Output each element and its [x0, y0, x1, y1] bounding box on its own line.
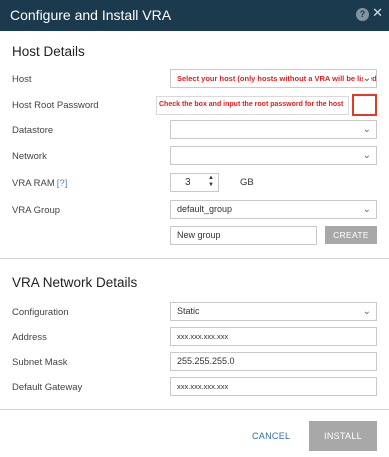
- section-divider: [0, 258, 389, 259]
- address-label: Address: [12, 332, 47, 343]
- chevron-down-icon: ⌄: [362, 204, 371, 215]
- host-select[interactable]: Select your host (only hosts without a V…: [170, 69, 377, 88]
- configuration-select-value: Static: [177, 306, 200, 316]
- network-select[interactable]: ⌄: [170, 146, 377, 165]
- chevron-down-icon: ⌄: [362, 306, 371, 317]
- vra-ram-unit: GB: [240, 177, 254, 188]
- host-root-password-label: Host Root Password: [12, 100, 99, 111]
- host-root-password-checkbox[interactable]: [352, 94, 377, 116]
- host-root-password-annotation: Check the box and input the root passwor…: [159, 101, 344, 108]
- vra-group-select[interactable]: default_group ⌄: [170, 200, 377, 219]
- address-input[interactable]: xxx.xxx.xxx.xxx: [170, 327, 377, 346]
- host-select-value: Select your host (only hosts without a V…: [177, 74, 377, 83]
- cancel-button[interactable]: CANCEL: [252, 431, 290, 441]
- stepper-arrows-icon[interactable]: ▲ ▼: [208, 175, 214, 189]
- datastore-label: Datastore: [12, 125, 54, 136]
- vra-ram-label: VRA RAM [?]: [12, 178, 67, 189]
- vra-ram-stepper[interactable]: 3 ▲ ▼: [170, 173, 219, 192]
- vra-group-select-value: default_group: [177, 204, 233, 214]
- chevron-down-icon: ⌄: [362, 124, 371, 135]
- default-gateway-label: Default Gateway: [12, 382, 83, 393]
- dialog-title: Configure and Install VRA: [10, 7, 172, 23]
- dialog-titlebar: Configure and Install VRA ? ✕: [0, 0, 389, 31]
- close-icon[interactable]: ✕: [372, 5, 383, 21]
- vra-network-details-heading: VRA Network Details: [12, 275, 138, 290]
- chevron-down-icon: ⌄: [362, 150, 371, 161]
- new-group-input-value: New group: [177, 230, 221, 240]
- install-button[interactable]: INSTALL: [309, 421, 377, 451]
- create-group-button[interactable]: CREATE: [325, 226, 377, 244]
- host-details-heading: Host Details: [12, 44, 85, 59]
- help-icon[interactable]: ?: [356, 8, 369, 21]
- datastore-select[interactable]: ⌄: [170, 120, 377, 139]
- chevron-down-icon: ⌄: [362, 70, 371, 87]
- configuration-label: Configuration: [12, 307, 69, 318]
- subnet-mask-label: Subnet Mask: [12, 357, 68, 368]
- host-label: Host: [12, 74, 32, 85]
- new-group-input[interactable]: New group: [170, 226, 317, 245]
- subnet-mask-input[interactable]: 255.255.255.0: [170, 352, 377, 371]
- vra-ram-help-link[interactable]: [?]: [57, 178, 68, 189]
- footer-divider: [0, 409, 389, 410]
- default-gateway-input[interactable]: xxx.xxx.xxx.xxx: [170, 377, 377, 396]
- subnet-mask-input-value: 255.255.255.0: [177, 356, 235, 366]
- configuration-select[interactable]: Static ⌄: [170, 302, 377, 321]
- default-gateway-input-value: xxx.xxx.xxx.xxx: [177, 382, 229, 391]
- address-input-value: xxx.xxx.xxx.xxx: [177, 332, 229, 341]
- network-label: Network: [12, 151, 47, 162]
- vra-group-label: VRA Group: [12, 205, 61, 216]
- vra-ram-label-text: VRA RAM: [12, 178, 55, 189]
- vra-ram-value: 3: [185, 177, 191, 188]
